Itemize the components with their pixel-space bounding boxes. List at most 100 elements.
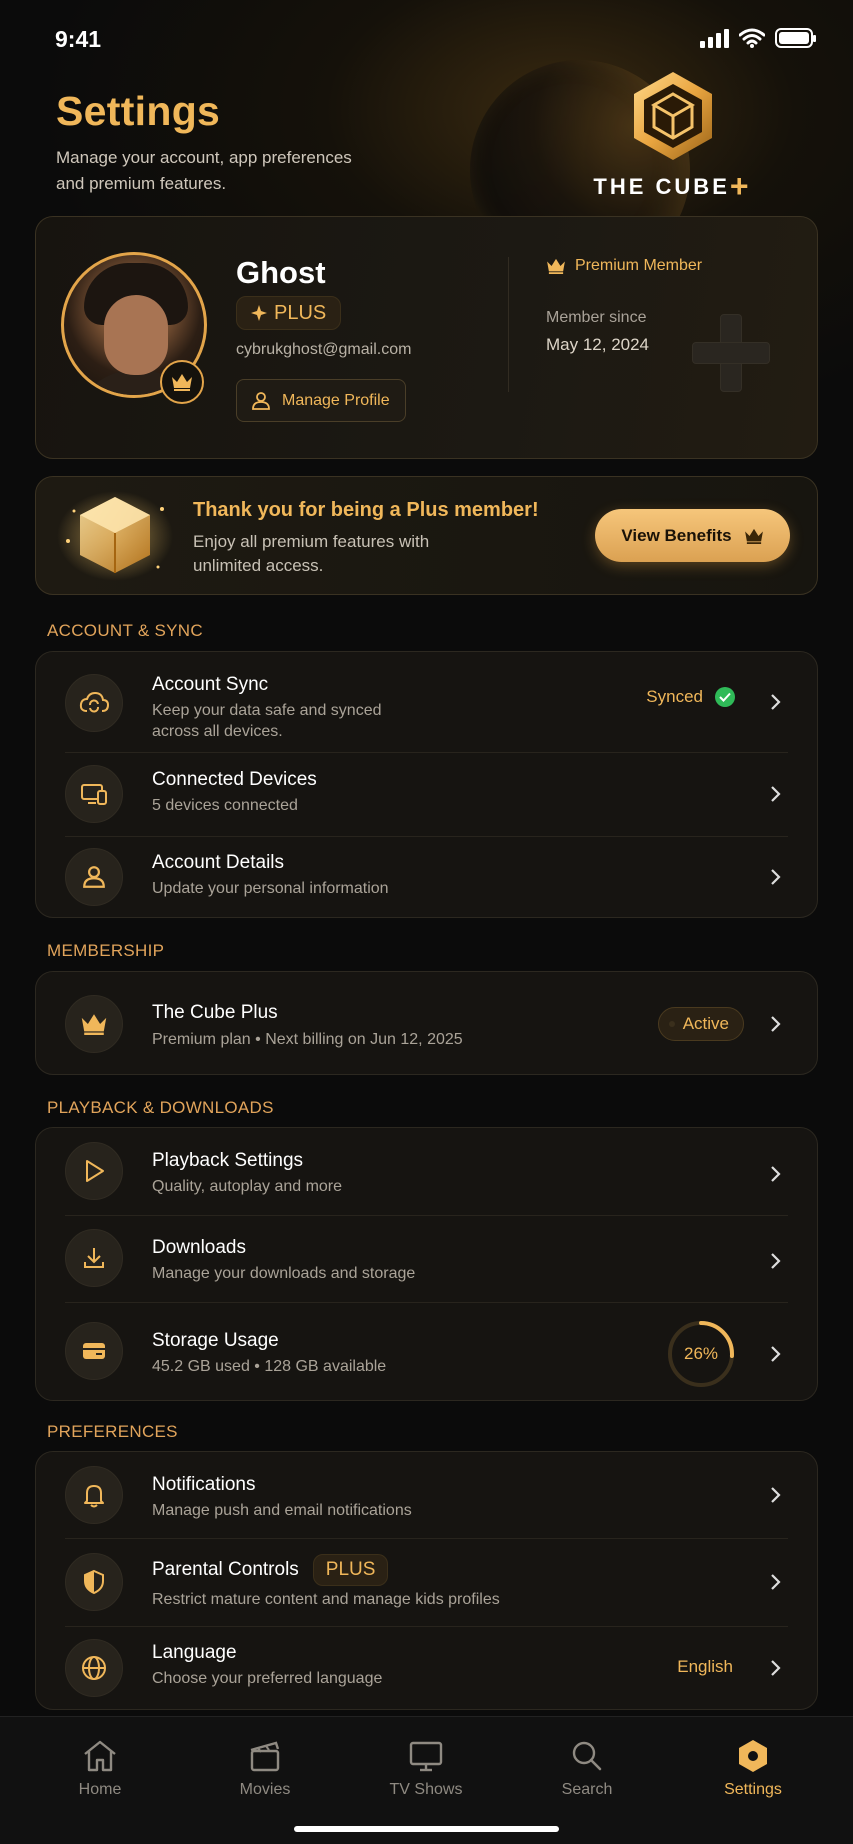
row-title: Account Sync [152, 674, 269, 695]
bell-icon [65, 1466, 123, 1524]
clapperboard-icon [250, 1741, 280, 1772]
cloud-sync-icon [65, 674, 123, 732]
row-subtitle: Update your personal information [152, 880, 389, 897]
chevron-right-icon [765, 1161, 785, 1187]
section-label-preferences: PREFERENCES [47, 1422, 178, 1441]
account-sync-card: Account Sync Keep your data safe and syn… [35, 651, 818, 918]
row-subtitle: Keep your data safe and synced across al… [152, 702, 382, 740]
settings-row-account-details[interactable]: Account Details Update your personal inf… [36, 836, 817, 919]
row-subtitle: 5 devices connected [152, 797, 298, 814]
tab-bar: Home Movies TV Shows Search Settings [0, 1716, 853, 1844]
chevron-right-icon [765, 1341, 785, 1367]
row-subtitle: Manage push and email notifications [152, 1502, 412, 1519]
row-subtitle: Manage your downloads and storage [152, 1265, 416, 1282]
chevron-right-icon [765, 781, 785, 807]
promo-title: Thank you for being a Plus member! [193, 499, 539, 521]
row-title: Parental Controls PLUS [152, 1554, 389, 1586]
row-title: Connected Devices [152, 769, 317, 790]
row-subtitle: Restrict mature content and manage kids … [152, 1591, 500, 1608]
plus-badge: PLUS [236, 296, 342, 330]
plus-badge: PLUS [312, 1554, 389, 1586]
promo-text: Enjoy all premium features with unlimite… [193, 532, 430, 575]
storage-percent: 26% [683, 1344, 719, 1363]
member-since-date: May 12, 2024 [546, 335, 650, 354]
app-logo: THE CUBE+ [580, 70, 765, 204]
chevron-right-icon [765, 1482, 785, 1508]
settings-row-account-sync[interactable]: Account Sync Keep your data safe and syn… [36, 652, 817, 752]
chevron-right-icon [765, 1011, 785, 1037]
settings-row-playback-settings[interactable]: Playback Settings Quality, autoplay and … [36, 1128, 817, 1215]
view-benefits-button[interactable]: View Benefits [595, 509, 790, 562]
globe-icon [65, 1639, 123, 1697]
tab-search[interactable]: Search [527, 1739, 647, 1799]
row-subtitle: 45.2 GB used • 128 GB available [152, 1358, 387, 1375]
tab-tv-shows[interactable]: TV Shows [366, 1739, 486, 1799]
cellular-signal-icon [700, 28, 729, 48]
chevron-right-icon [765, 1655, 785, 1681]
row-title: Downloads [152, 1237, 246, 1258]
settings-row-notifications[interactable]: Notifications Manage push and email noti… [36, 1452, 817, 1538]
tab-movies[interactable]: Movies [205, 1739, 325, 1799]
storage-progress-ring: 26% [666, 1319, 736, 1389]
settings-row-cube-plus[interactable]: The Cube Plus Premium plan • Next billin… [36, 972, 817, 1076]
home-icon [84, 1740, 116, 1772]
user-icon [252, 391, 270, 410]
status-time: 9:41 [55, 26, 102, 52]
row-title: Notifications [152, 1474, 256, 1495]
devices-icon [65, 765, 123, 823]
settings-row-parental-controls[interactable]: Parental Controls PLUS Restrict mature co… [36, 1538, 817, 1626]
row-title: The Cube Plus [152, 1002, 278, 1023]
playback-card: Playback Settings Quality, autoplay and … [35, 1127, 818, 1401]
play-icon [65, 1142, 123, 1200]
crown-badge-icon [160, 360, 204, 404]
settings-row-storage-usage[interactable]: Storage Usage 45.2 GB used • 128 GB avai… [36, 1302, 817, 1402]
shield-icon [65, 1553, 123, 1611]
chevron-right-icon [765, 689, 785, 715]
section-label-membership: MEMBERSHIP [47, 941, 165, 960]
plus-promo-banner: Thank you for being a Plus member! Enjoy… [35, 476, 818, 595]
download-icon [65, 1229, 123, 1287]
row-title: Playback Settings [152, 1150, 304, 1171]
row-title: Language [152, 1642, 237, 1663]
crown-icon [65, 995, 123, 1053]
page-subtitle: Manage your account, app preferences and… [56, 148, 352, 193]
language-value: English [677, 1657, 733, 1676]
settings-row-connected-devices[interactable]: Connected Devices 5 devices connected [36, 752, 817, 836]
settings-screen: 9:41 Settings Manage your account, app p… [0, 0, 853, 1844]
profile-email: cybrukghost@gmail.com [236, 341, 412, 358]
row-title: Account Details [152, 852, 285, 873]
sync-status: Synced [646, 687, 735, 707]
chevron-right-icon [765, 1248, 785, 1274]
chevron-right-icon [765, 864, 785, 890]
check-icon [715, 687, 735, 707]
settings-row-downloads[interactable]: Downloads Manage your downloads and stor… [36, 1215, 817, 1302]
profile-name: Ghost [236, 255, 326, 290]
user-icon [65, 848, 123, 906]
premium-member-label: Premium Member [546, 257, 702, 275]
section-label-playback: PLAYBACK & DOWNLOADS [47, 1098, 274, 1117]
chevron-right-icon [765, 1569, 785, 1595]
settings-row-language[interactable]: Language Choose your preferred language … [36, 1626, 817, 1711]
profile-card: Ghost PLUS cybrukghost@gmail.com Manage … [35, 216, 818, 459]
page-title: Settings [56, 88, 221, 134]
wifi-icon [739, 28, 765, 48]
membership-card: The Cube Plus Premium plan • Next billin… [35, 971, 818, 1075]
glowing-cube-icon [57, 491, 173, 581]
row-subtitle: Choose your preferred language [152, 1670, 383, 1687]
crown-icon [547, 258, 565, 274]
tab-settings[interactable]: Settings [693, 1739, 813, 1799]
tab-home[interactable]: Home [40, 1739, 160, 1799]
status-badge: Active [657, 1007, 744, 1041]
manage-profile-button[interactable]: Manage Profile [236, 379, 406, 422]
battery-icon [775, 28, 816, 48]
plus-watermark-icon [692, 314, 770, 392]
crown-icon [744, 528, 763, 544]
search-icon [572, 1741, 602, 1771]
cube-logo-icon [633, 72, 712, 160]
member-since-label: Member since [546, 309, 647, 326]
home-indicator [294, 1826, 559, 1832]
preferences-card: Notifications Manage push and email noti… [35, 1451, 818, 1710]
row-subtitle: Quality, autoplay and more [152, 1178, 343, 1195]
row-title: Storage Usage [152, 1330, 279, 1351]
storage-drive-icon [65, 1322, 123, 1380]
